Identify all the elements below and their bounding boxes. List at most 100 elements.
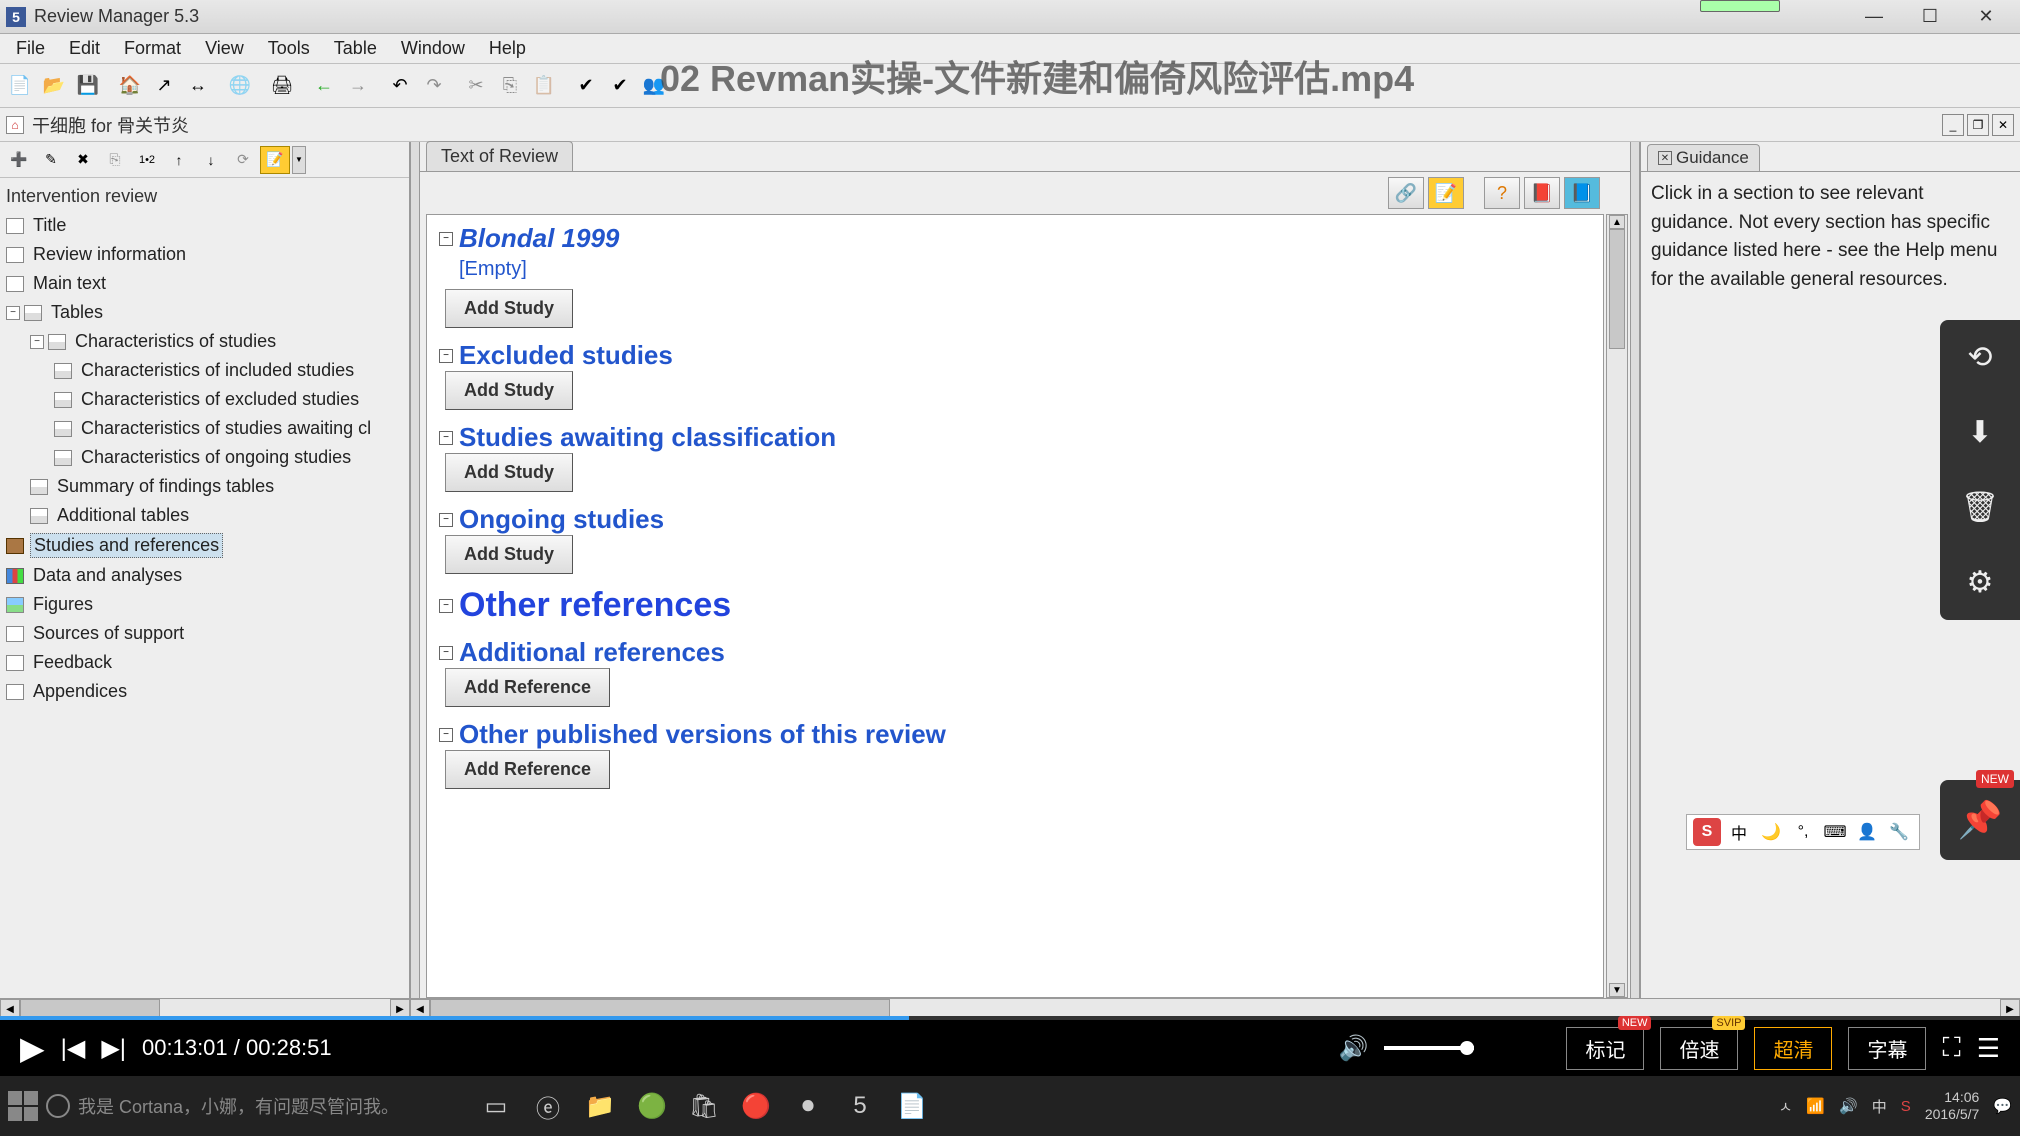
ime-toolbar[interactable]: S 中 🌙 °, ⌨ 👤 🔧 [1686,814,1920,850]
redo-icon[interactable]: ↷ [418,70,450,102]
menu-tools[interactable]: Tools [256,34,322,63]
delete-node-icon[interactable]: ✖ [68,146,98,174]
edit-node-icon[interactable]: ✎ [36,146,66,174]
speed-button[interactable]: SVIP倍速 [1660,1027,1738,1070]
close-button[interactable]: ✕ [1958,3,2014,31]
vertical-scrollbar[interactable]: ▲ ▼ [1606,214,1628,998]
hd-button[interactable]: 超清 [1754,1027,1832,1070]
volume-icon[interactable]: 🔊 [1339,1034,1369,1063]
fullscreen-icon[interactable]: ⛶ [1942,1032,1960,1064]
add-reference-button[interactable]: Add Reference [445,750,610,789]
menu-table[interactable]: Table [322,34,389,63]
globe-icon[interactable]: 🌐 [224,70,256,102]
maximize-button[interactable]: ☐ [1902,3,1958,31]
tree-node-studies-refs[interactable]: Studies and references [6,530,403,561]
add-study-button[interactable]: Add Study [445,289,573,328]
tree-node-feedback[interactable]: Feedback [6,648,403,677]
refresh-icon[interactable]: ⟳ [228,146,258,174]
track-changes-icon[interactable]: 👥 [638,70,670,102]
section-title[interactable]: Additional references [459,637,725,668]
spellcheck-icon[interactable]: ✔ [570,70,602,102]
tree-node-data-analyses[interactable]: Data and analyses [6,561,403,590]
collapse-icon[interactable]: − [439,646,453,660]
splitter-left[interactable] [410,142,420,998]
handbook-icon[interactable]: 📘 [1564,177,1600,209]
close-tab-icon[interactable]: ✕ [1658,151,1672,165]
punct-icon[interactable]: °, [1789,818,1817,846]
settings-icon[interactable]: ⚙ [1967,565,1994,600]
tree-node-char-awaiting[interactable]: Characteristics of studies awaiting cl [6,414,403,443]
version-icon[interactable]: ↔ [182,70,214,102]
person-icon[interactable]: 👤 [1853,818,1881,846]
notifications-icon[interactable]: 💬 [1993,1097,2012,1115]
menu-format[interactable]: Format [112,34,193,63]
save-icon[interactable]: 💾 [72,70,104,102]
dropdown-icon[interactable]: ▼ [292,146,306,174]
scroll-up-icon[interactable]: ▲ [1609,215,1625,229]
section-title[interactable]: Blondal 1999 [459,223,619,254]
cut-icon[interactable]: ✂ [460,70,492,102]
splitter-right[interactable] [1630,142,1640,998]
tree-node-sources[interactable]: Sources of support [6,619,403,648]
move-down-icon[interactable]: ↓ [196,146,226,174]
cortana-search[interactable]: 我是 Cortana，小娜，有问题尽管问我。 [46,1093,466,1119]
notes2-icon[interactable]: 📝 [1428,177,1464,209]
tree-node-char-included[interactable]: Characteristics of included studies [6,356,403,385]
pin-widget[interactable]: NEW 📌 [1940,780,2020,860]
revman-icon[interactable]: 5 [838,1084,882,1128]
collapse-icon[interactable]: − [439,431,453,445]
section-title[interactable]: Ongoing studies [459,504,664,535]
record-icon[interactable]: ⏺ [786,1084,830,1128]
store-icon[interactable]: 🛍 [682,1084,726,1128]
list-icon[interactable]: ☰ [1977,1033,2000,1064]
taskview-icon[interactable]: ▭ [474,1084,518,1128]
tree-node-appendices[interactable]: Appendices [6,677,403,706]
sound-icon[interactable]: 🔊 [1839,1097,1858,1115]
delete-icon[interactable]: 🗑 [1961,490,1999,525]
tree-node-additional-tables[interactable]: Additional tables [6,501,403,530]
wifi-icon[interactable]: 📶 [1806,1097,1825,1115]
collapse-icon[interactable]: − [439,349,453,363]
menu-file[interactable]: File [4,34,57,63]
app2-icon[interactable]: 📄 [890,1084,934,1128]
open-icon[interactable]: 📂 [38,70,70,102]
section-title[interactable]: Studies awaiting classification [459,422,836,453]
prev-button[interactable]: |◀ [61,1034,86,1063]
explorer-icon[interactable]: 📁 [578,1084,622,1128]
collapse-icon[interactable]: − [439,513,453,527]
mark-button[interactable]: NEW标记 [1566,1027,1644,1070]
tree-node-char-excluded[interactable]: Characteristics of excluded studies [6,385,403,414]
tree-node-main-text[interactable]: Main text [6,269,403,298]
help-icon[interactable]: ? [1484,177,1520,209]
copy-icon[interactable]: ⎘ [494,70,526,102]
spellcheck2-icon[interactable]: ✔ [604,70,636,102]
subtitle-button[interactable]: 字幕 [1848,1027,1926,1070]
forward-icon[interactable]: → [342,70,374,102]
start-button[interactable] [8,1091,38,1121]
doc-restore-button[interactable]: ❐ [1967,114,1989,136]
add-node-icon[interactable]: ➕ [4,146,34,174]
wrench-icon[interactable]: 🔧 [1885,818,1913,846]
scroll-thumb[interactable] [1609,229,1625,349]
menu-window[interactable]: Window [389,34,477,63]
add-study-button[interactable]: Add Study [445,371,573,410]
play-button[interactable]: ▶ [20,1029,45,1067]
section-title[interactable]: Other published versions of this review [459,719,946,750]
checkout-icon[interactable]: 🏠 [114,70,146,102]
sogou-logo-icon[interactable]: S [1693,818,1721,846]
tree-node-char-ongoing[interactable]: Characteristics of ongoing studies [6,443,403,472]
menu-help[interactable]: Help [477,34,538,63]
undo-icon[interactable]: ↶ [384,70,416,102]
tab-guidance[interactable]: ✕ Guidance [1647,144,1760,171]
tree-node-figures[interactable]: Figures [6,590,403,619]
minimize-button[interactable]: — [1846,3,1902,31]
next-button[interactable]: ▶| [101,1034,126,1063]
new-icon[interactable]: 📄 [4,70,36,102]
notes-icon[interactable]: 📝 [260,146,290,174]
app1-icon[interactable]: 🔴 [734,1084,778,1128]
back-icon[interactable]: ← [308,70,340,102]
section-title[interactable]: Excluded studies [459,340,673,371]
editor-content[interactable]: −Blondal 1999 [Empty] Add Study −Exclude… [426,214,1604,998]
doc-close-button[interactable]: ✕ [1992,114,2014,136]
menu-edit[interactable]: Edit [57,34,112,63]
